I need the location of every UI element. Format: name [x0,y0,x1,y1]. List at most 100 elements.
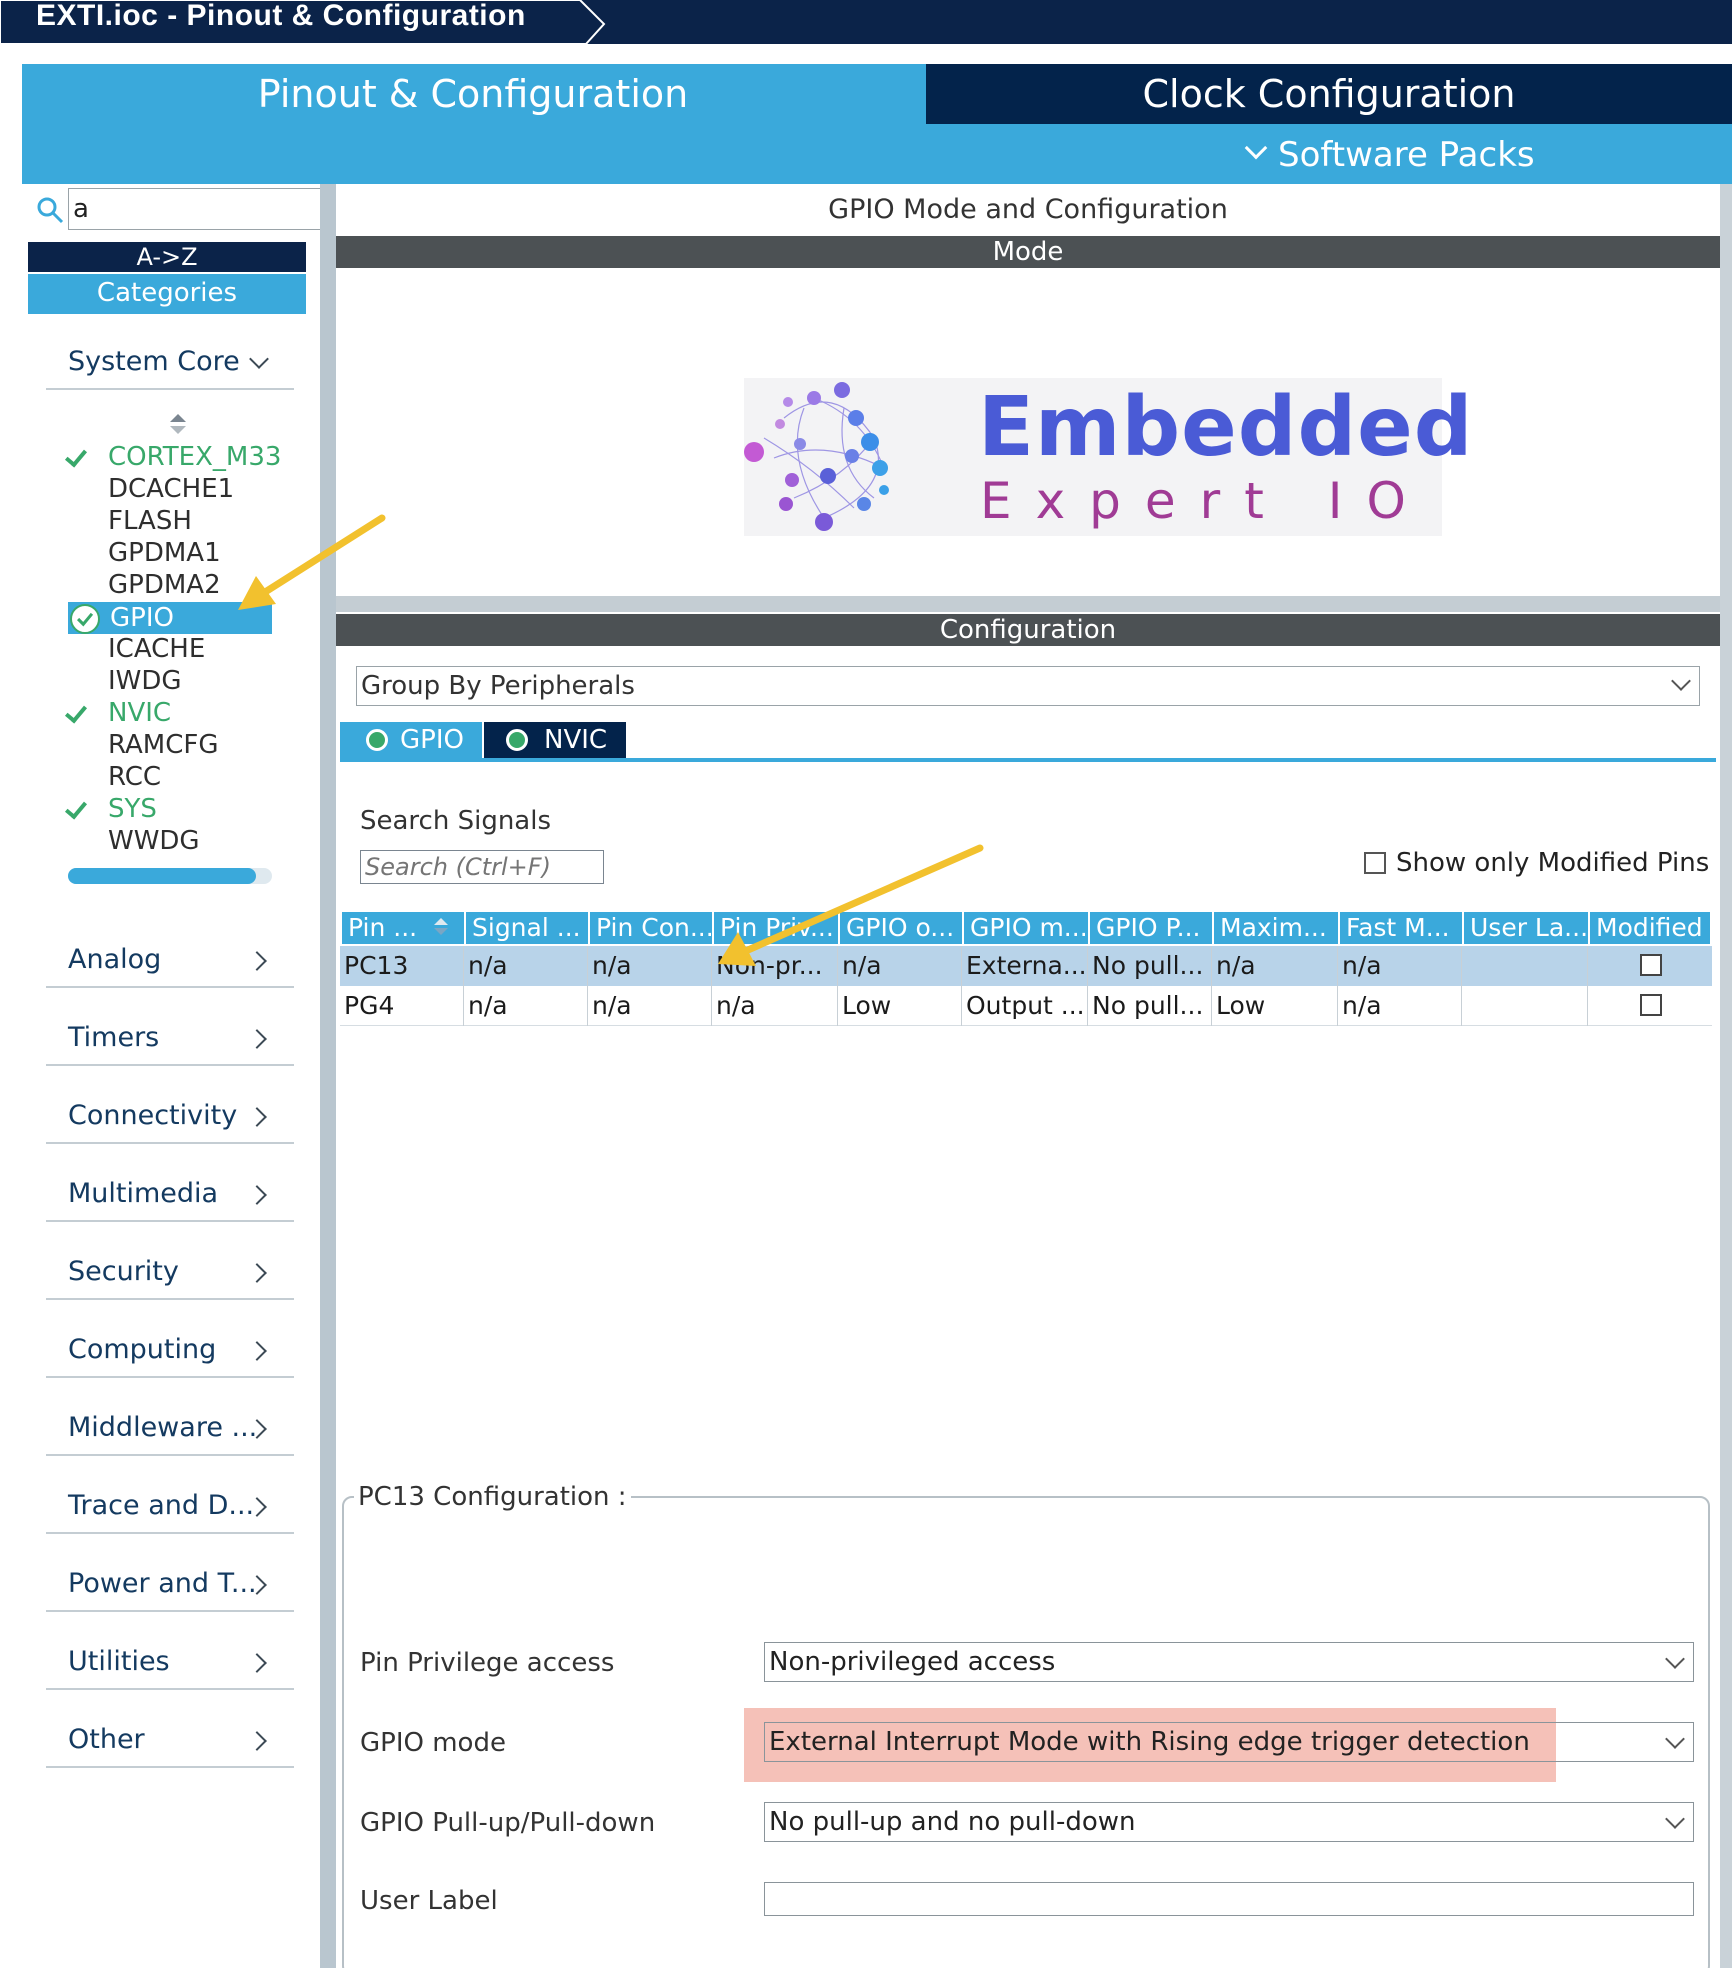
table-cell: Output ... [962,986,1088,1026]
peripheral-cortex-m33[interactable]: CORTEX_M33 [108,442,281,472]
categories-button[interactable]: Categories [28,274,306,314]
scrollbar-thumb[interactable] [68,868,256,884]
gpio-pull-select[interactable]: No pull-up and no pull-down [764,1802,1694,1842]
column-header-gpio-mode[interactable]: GPIO m... [964,912,1090,944]
peripheral-dcache1[interactable]: DCACHE1 [108,474,234,504]
pin-privilege-label: Pin Privilege access [360,1648,615,1678]
peripheral-nvic[interactable]: NVIC [108,698,171,728]
panel-title: GPIO Mode and Configuration [828,194,1228,225]
group-by-select[interactable]: Group By Peripherals [356,666,1700,706]
category-middleware[interactable]: Middleware ... [68,1412,257,1443]
table-cell: No pull... [1088,986,1212,1026]
tab-pinout-configuration[interactable]: Pinout & Configuration [22,64,924,124]
pin-configuration-title: PC13 Configuration : [354,1482,631,1512]
sort-down-icon[interactable] [434,928,448,935]
peripheral-iwdg[interactable]: IWDG [108,666,182,696]
divider [46,1610,294,1612]
scroll-down-icon[interactable] [170,426,186,434]
table-cell: Low [1212,986,1338,1026]
category-power-and-thermal[interactable]: Power and T... [68,1568,257,1599]
peripheral-gpdma1[interactable]: GPDMA1 [108,538,221,568]
column-header-pin-context[interactable]: Pin Con... [590,912,714,944]
gpio-pull-label: GPIO Pull-up/Pull-down [360,1808,656,1838]
modified-checkbox[interactable] [1640,994,1662,1016]
table-row[interactable]: PG4 n/a n/a n/a Low Output ... No pull..… [340,986,1712,1026]
divider [46,1376,294,1378]
subtab-gpio-label: GPIO [400,725,464,755]
divider [46,1454,294,1456]
logo-text-expert-io: Expert IO [980,472,1430,530]
divider [46,1766,294,1768]
show-modified-label[interactable]: Show only Modified Pins [1396,848,1709,878]
gpio-mode-select[interactable]: External Interrupt Mode with Rising edge… [764,1722,1694,1762]
peripheral-gpdma2[interactable]: GPDMA2 [108,570,221,600]
check-circle-icon [70,604,100,634]
table-cell: PC13 [340,946,464,986]
category-security[interactable]: Security [68,1256,179,1287]
chevron-down-icon [1244,136,1268,160]
user-label-label: User Label [360,1886,498,1916]
sort-up-icon[interactable] [434,918,448,925]
search-signals-input[interactable] [360,850,604,884]
pin-privilege-select[interactable]: Non-privileged access [764,1642,1694,1682]
table-row[interactable]: PC13 n/a n/a Non-pr... n/a Externa... No… [340,946,1712,986]
category-analog[interactable]: Analog [68,944,161,975]
column-header-gpio-pull[interactable]: GPIO P... [1090,912,1214,944]
pane-splitter[interactable] [336,596,1720,612]
category-multimedia[interactable]: Multimedia [68,1178,218,1209]
column-header-fast-mode[interactable]: Fast M... [1340,912,1464,944]
logo-text-embedded: Embedded [978,380,1474,475]
category-connectivity[interactable]: Connectivity [68,1100,237,1131]
sidebar-search-input[interactable] [68,188,320,230]
table-cell: n/a [1212,946,1338,986]
table-cell [1462,986,1588,1026]
software-packs-menu[interactable]: Software Packs [1240,130,1535,180]
category-computing[interactable]: Computing [68,1334,216,1365]
peripheral-rcc[interactable]: RCC [108,762,161,792]
subtab-nvic[interactable]: NVIC [484,722,626,758]
peripheral-icache[interactable]: ICACHE [108,634,205,664]
configuration-header: Configuration [336,614,1720,646]
category-system-core[interactable]: System Core [68,346,240,377]
table-cell: n/a [1338,986,1462,1026]
subtab-underline [340,758,1716,762]
user-label-input[interactable] [764,1882,1694,1916]
table-cell: No pull... [1088,946,1212,986]
peripheral-flash[interactable]: FLASH [108,506,192,536]
subtab-nvic-label: NVIC [544,725,608,755]
peripheral-wwdg[interactable]: WWDG [108,826,200,856]
column-header-signal[interactable]: Signal ... [466,912,590,944]
software-packs-label: Software Packs [1278,135,1535,175]
window-title: EXTI.ioc - Pinout & Configuration [36,0,526,32]
table-cell: n/a [838,946,962,986]
divider [46,986,294,988]
column-header-pin-privilege[interactable]: Pin Priv... [714,912,840,944]
table-cell: Low [838,986,962,1026]
peripheral-sys[interactable]: SYS [108,794,157,824]
peripheral-ramcfg[interactable]: RAMCFG [108,730,219,760]
category-other[interactable]: Other [68,1724,145,1755]
table-cell: n/a [464,946,588,986]
category-trace-and-debug[interactable]: Trace and D... [68,1490,254,1521]
category-utilities[interactable]: Utilities [68,1646,170,1677]
column-header-max-speed[interactable]: Maxim... [1214,912,1340,944]
subtab-gpio[interactable]: GPIO [340,722,482,758]
table-cell [1462,946,1588,986]
divider [46,1142,294,1144]
modified-checkbox[interactable] [1640,954,1662,976]
column-header-user-label[interactable]: User La... [1464,912,1590,944]
show-modified-checkbox[interactable] [1364,852,1386,874]
search-icon[interactable] [36,196,64,224]
right-scrollbar[interactable] [1720,184,1732,1968]
sort-az-button[interactable]: A->Z [28,242,306,272]
column-header-modified[interactable]: Modified [1590,912,1712,944]
column-header-gpio-output[interactable]: GPIO o... [840,912,964,944]
category-timers[interactable]: Timers [68,1022,159,1053]
tab-clock-configuration[interactable]: Clock Configuration [926,64,1732,124]
table-cell: Externa... [962,946,1088,986]
scroll-up-icon[interactable] [170,414,186,422]
table-cell: n/a [712,986,838,1026]
divider [46,1298,294,1300]
sidebar-splitter[interactable] [320,184,336,1968]
logo-globe-icon [744,382,889,531]
